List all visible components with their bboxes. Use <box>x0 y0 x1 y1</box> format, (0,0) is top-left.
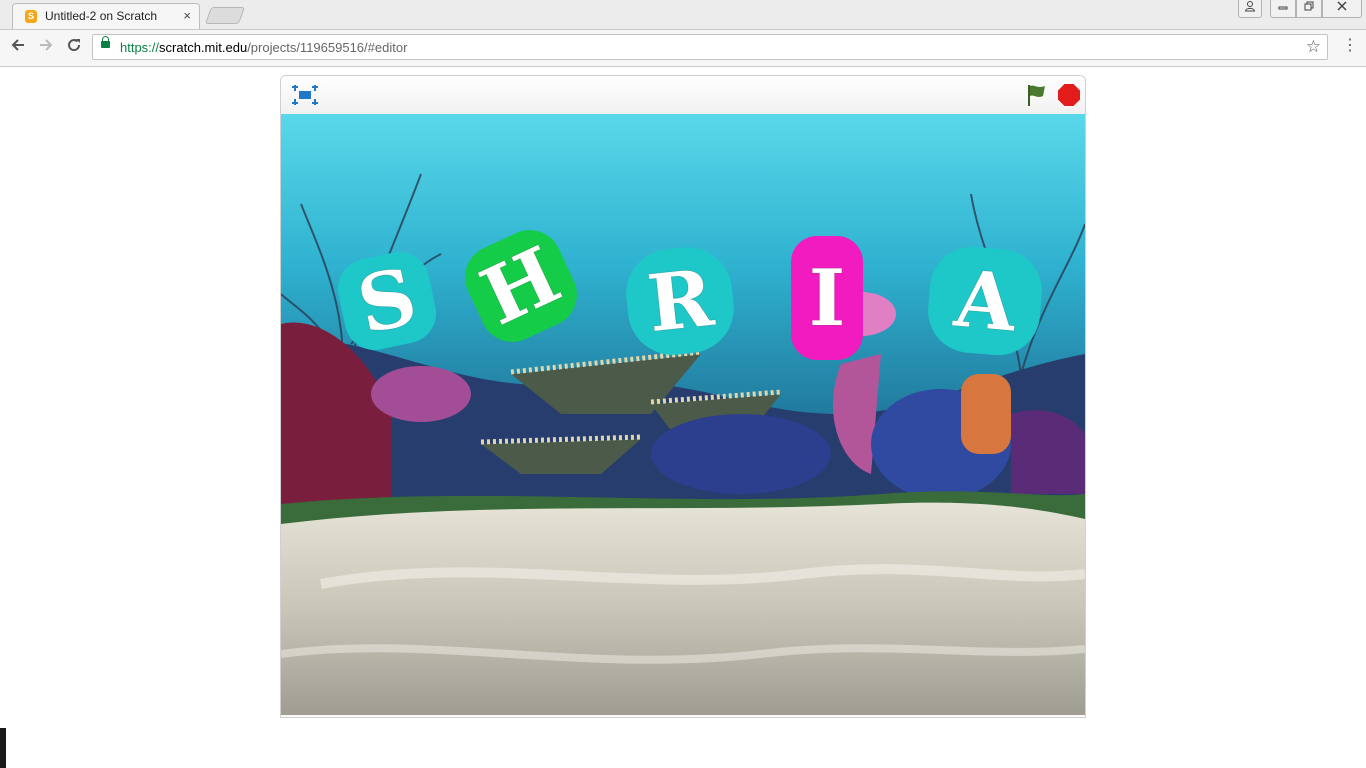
close-icon[interactable] <box>1322 0 1362 18</box>
fullscreen-icon[interactable] <box>291 85 319 110</box>
star-icon[interactable]: ☆ <box>1306 37 1321 57</box>
underwater-backdrop <box>281 114 1085 715</box>
sprite-letter-a[interactable]: A <box>921 242 1049 360</box>
sprite-letter-s[interactable]: S <box>333 247 441 355</box>
stage[interactable]: S H R I A <box>281 114 1085 715</box>
green-flag-icon[interactable] <box>1025 83 1049 112</box>
player-controls <box>281 76 1085 115</box>
taskbar-edge <box>0 728 6 768</box>
scratch-player: S H R I A <box>280 75 1086 718</box>
scratch-favicon-icon: S <box>25 10 37 23</box>
back-arrow-icon[interactable] <box>10 36 26 58</box>
minimize-icon[interactable] <box>1270 0 1296 18</box>
sprite-letter-r-text: R <box>642 252 717 350</box>
new-tab-button[interactable] <box>204 7 246 24</box>
reload-icon[interactable] <box>66 36 82 58</box>
stop-icon[interactable] <box>1058 84 1080 111</box>
sprite-letter-i[interactable]: I <box>785 232 869 364</box>
url-text: https://scratch.mit.edu/projects/1196595… <box>120 40 408 55</box>
sprite-letter-h[interactable]: H <box>459 224 583 348</box>
sprite-letter-a-text: A <box>950 253 1020 349</box>
tab-close-icon[interactable]: × <box>183 8 191 23</box>
menu-icon[interactable]: ⋮ <box>1342 38 1358 54</box>
address-bar[interactable]: https://scratch.mit.edu/projects/1196595… <box>92 34 1328 60</box>
tab-strip: S Untitled-2 on Scratch × <box>0 0 1366 30</box>
user-icon[interactable] <box>1238 0 1262 18</box>
browser-tab[interactable]: S Untitled-2 on Scratch × <box>12 3 200 29</box>
maximize-icon[interactable] <box>1296 0 1322 18</box>
sprite-letter-r[interactable]: R <box>621 242 739 360</box>
sprite-letter-i-text: I <box>808 252 846 344</box>
forward-arrow-icon[interactable] <box>38 36 54 58</box>
lock-icon <box>101 36 110 48</box>
tab-title: Untitled-2 on Scratch <box>45 9 158 23</box>
browser-toolbar: https://scratch.mit.edu/projects/1196595… <box>0 30 1366 67</box>
